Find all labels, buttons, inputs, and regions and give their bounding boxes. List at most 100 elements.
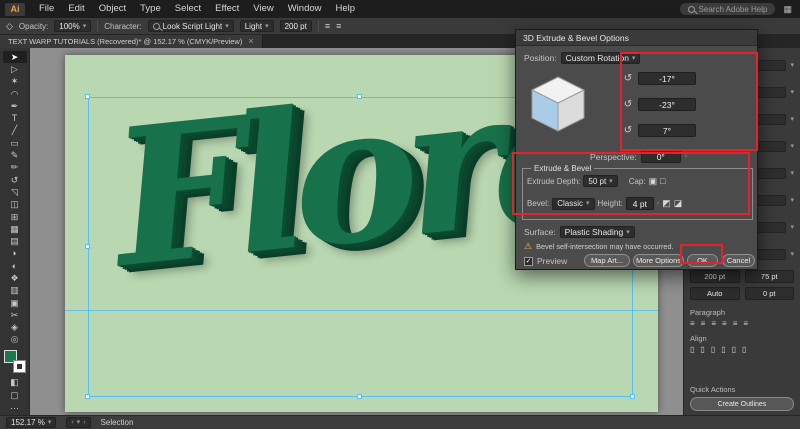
selection-tool-icon[interactable]: ➤ bbox=[2, 51, 27, 64]
selection-guide-line bbox=[65, 310, 658, 311]
pen-tool-icon[interactable]: ✒ bbox=[3, 100, 27, 112]
type-tool-icon[interactable]: T bbox=[3, 112, 27, 124]
bevel-select[interactable]: Classic ▾ bbox=[552, 197, 595, 210]
ok-button[interactable]: OK bbox=[687, 254, 718, 267]
align-objects-hcenter-icon[interactable]: ▯ bbox=[700, 345, 704, 354]
close-icon[interactable]: × bbox=[248, 37, 253, 46]
shape-builder-tool-icon[interactable]: ◫ bbox=[3, 199, 27, 211]
rotate-z-field[interactable]: 7° bbox=[638, 124, 696, 137]
chevron-right-icon[interactable]: › bbox=[657, 200, 659, 207]
bevel-height-field[interactable]: 4 pt bbox=[625, 197, 654, 210]
align-objects-top-icon[interactable]: ▯ bbox=[721, 345, 725, 354]
rotate-x-field[interactable]: -17° bbox=[638, 72, 696, 85]
justify-all-icon[interactable]: ≡ bbox=[743, 319, 748, 328]
justify-left-icon[interactable]: ≡ bbox=[722, 319, 727, 328]
menu-view[interactable]: View bbox=[246, 0, 280, 18]
hand-tool-icon[interactable]: ◈ bbox=[3, 322, 27, 334]
direct-selection-tool-icon[interactable]: ▷ bbox=[3, 63, 27, 75]
font-size-field[interactable]: 200 pt bbox=[279, 20, 312, 32]
rotate-y-field[interactable]: -23° bbox=[638, 98, 696, 111]
menu-effect[interactable]: Effect bbox=[208, 0, 246, 18]
stroke-color-swatch[interactable] bbox=[12, 359, 26, 373]
surface-select[interactable]: Plastic Shading ▾ bbox=[559, 226, 635, 238]
pencil-tool-icon[interactable]: ✏ bbox=[3, 162, 27, 174]
artboard-nav-select[interactable]: ‹ ▾ › bbox=[66, 417, 91, 428]
align-objects-bottom-icon[interactable]: ▯ bbox=[742, 345, 746, 354]
app-logo[interactable]: Ai bbox=[5, 2, 25, 16]
menu-help[interactable]: Help bbox=[329, 0, 363, 18]
cap-hollow-icon[interactable]: □ bbox=[660, 176, 665, 186]
workspace-switcher-icon[interactable]: ▦ bbox=[783, 4, 792, 15]
scale-tool-icon[interactable]: ◹ bbox=[3, 186, 27, 198]
rotation-cube[interactable] bbox=[526, 72, 590, 136]
blend-tool-icon[interactable]: ◐ bbox=[3, 260, 27, 272]
document-tab[interactable]: TEXT WARP TUTORIALS (Recovered)* @ 152.1… bbox=[0, 35, 263, 48]
align-objects-left-icon[interactable]: ▯ bbox=[690, 345, 694, 354]
cancel-button[interactable]: Cancel bbox=[722, 254, 755, 267]
position-select[interactable]: Custom Rotation ▾ bbox=[560, 52, 641, 64]
leading-field[interactable]: 75 pt bbox=[744, 270, 794, 283]
menu-edit[interactable]: Edit bbox=[61, 0, 91, 18]
menu-object[interactable]: Object bbox=[92, 0, 133, 18]
help-search-input[interactable]: Search Adobe Help bbox=[679, 3, 776, 15]
rectangle-tool-icon[interactable]: ▭ bbox=[3, 137, 27, 149]
font-style-select[interactable]: Light ▾ bbox=[239, 20, 274, 32]
align-right-icon[interactable]: ≡ bbox=[711, 319, 716, 328]
artboard-tool-icon[interactable]: ▣ bbox=[3, 297, 27, 309]
map-art-button[interactable]: Map Art... bbox=[584, 254, 630, 267]
paintbrush-tool-icon[interactable]: ✎ bbox=[3, 149, 27, 161]
font-family-select[interactable]: Look Script Light ▾ bbox=[147, 20, 234, 32]
align-center-icon[interactable]: ≡ bbox=[336, 21, 341, 31]
edit-toolbar-icon[interactable]: ⋯ bbox=[3, 402, 27, 415]
eyedropper-tool-icon[interactable]: ◗ bbox=[3, 248, 27, 260]
zoom-level-select[interactable]: 152.17 % ▾ bbox=[6, 417, 57, 428]
align-objects-right-icon[interactable]: ▯ bbox=[711, 345, 715, 354]
rotate-tool-icon[interactable]: ↺ bbox=[3, 174, 27, 186]
lasso-tool-icon[interactable]: ◠ bbox=[3, 88, 27, 100]
extrude-depth-select[interactable]: 50 pt ▾ bbox=[583, 175, 618, 187]
chevron-right-icon[interactable]: › bbox=[83, 419, 85, 426]
more-options-button[interactable]: More Options bbox=[633, 254, 684, 267]
menu-type[interactable]: Type bbox=[133, 0, 168, 18]
justify-center-icon[interactable]: ≡ bbox=[733, 319, 738, 328]
bevel-extent-in-icon[interactable]: ◪ bbox=[674, 198, 683, 209]
menu-window[interactable]: Window bbox=[281, 0, 329, 18]
create-outlines-button[interactable]: Create Outlines bbox=[690, 397, 794, 411]
font-size-field[interactable]: 200 pt bbox=[690, 270, 740, 283]
selection-handle[interactable] bbox=[357, 394, 362, 399]
bevel-extent-out-icon[interactable]: ◩ bbox=[662, 198, 671, 209]
draw-mode-icon[interactable]: ◧ bbox=[3, 376, 27, 389]
perspective-field[interactable]: 0° bbox=[640, 150, 681, 163]
kerning-field[interactable]: Auto bbox=[690, 287, 740, 300]
chevron-right-icon[interactable]: › bbox=[685, 153, 687, 160]
mesh-tool-icon[interactable]: ▦ bbox=[3, 223, 27, 235]
align-left-icon[interactable]: ≡ bbox=[325, 21, 330, 31]
align-left-icon[interactable]: ≡ bbox=[690, 319, 695, 328]
symbol-sprayer-tool-icon[interactable]: ❖ bbox=[3, 272, 27, 284]
align-objects-vcenter-icon[interactable]: ▯ bbox=[732, 345, 736, 354]
screen-mode-icon[interactable]: ▢ bbox=[3, 389, 27, 402]
warning-text: Bevel self-intersection may have occurre… bbox=[536, 242, 674, 251]
align-center-icon[interactable]: ≡ bbox=[701, 319, 706, 328]
zoom-tool-icon[interactable]: ◎ bbox=[3, 334, 27, 346]
dialog-title[interactable]: 3D Extrude & Bevel Options bbox=[516, 30, 757, 46]
gradient-tool-icon[interactable]: ▤ bbox=[3, 235, 27, 247]
chevron-left-icon[interactable]: ‹ bbox=[71, 419, 73, 426]
selection-handle[interactable] bbox=[357, 94, 362, 99]
line-segment-tool-icon[interactable]: ╱ bbox=[3, 125, 27, 137]
preview-checkbox[interactable]: ✓ bbox=[524, 256, 533, 266]
selection-handle[interactable] bbox=[85, 244, 90, 249]
font-size-value: 200 pt bbox=[284, 21, 307, 31]
tracking-field[interactable]: 0 pt bbox=[744, 287, 794, 300]
perspective-grid-tool-icon[interactable]: ⊞ bbox=[3, 211, 27, 223]
selection-handle[interactable] bbox=[85, 94, 90, 99]
magic-wand-tool-icon[interactable]: ✶ bbox=[3, 76, 27, 88]
menu-select[interactable]: Select bbox=[168, 0, 208, 18]
column-graph-tool-icon[interactable]: ▥ bbox=[3, 285, 27, 297]
selection-handle[interactable] bbox=[630, 394, 635, 399]
opacity-select[interactable]: 100% ▾ bbox=[54, 20, 92, 32]
menu-file[interactable]: File bbox=[32, 0, 61, 18]
selection-handle[interactable] bbox=[85, 394, 90, 399]
cap-solid-icon[interactable]: ▣ bbox=[649, 176, 658, 187]
slice-tool-icon[interactable]: ✂ bbox=[3, 309, 27, 321]
